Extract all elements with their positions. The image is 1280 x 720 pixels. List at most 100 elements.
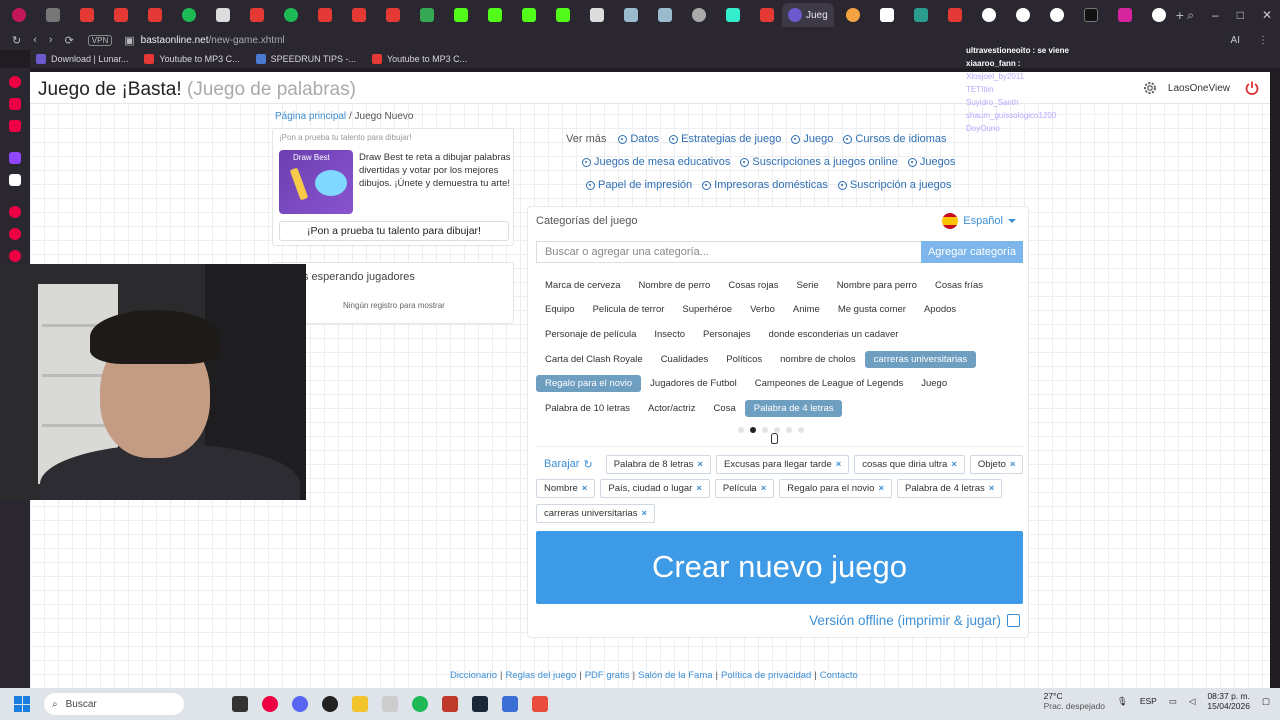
more-link[interactable]: Juego [791, 128, 833, 151]
category-option[interactable]: Nombre de perro [630, 277, 720, 294]
footer-link[interactable]: Diccionario [450, 670, 497, 681]
tab-icon[interactable] [284, 8, 298, 22]
offline-version-link[interactable]: Versión offline (imprimir & jugar) [809, 613, 1020, 628]
opera-icon[interactable] [262, 696, 278, 712]
bookmark-item[interactable]: Youtube to MP3 C... [371, 54, 467, 64]
network-icon[interactable]: ▭ [1169, 696, 1177, 707]
spotify-icon[interactable] [412, 696, 428, 712]
username[interactable]: LaosOneView [1168, 83, 1230, 94]
youtube-tab-icon[interactable] [947, 8, 962, 22]
more-link[interactable]: Datos [618, 128, 659, 151]
maximize-icon[interactable]: □ [1237, 8, 1244, 23]
more-link[interactable]: Impresoras domésticas [702, 174, 828, 197]
opera-icon[interactable] [12, 8, 26, 22]
category-option[interactable]: Nombre para perro [828, 277, 926, 294]
app-icon[interactable] [322, 696, 338, 712]
tab-icon[interactable] [590, 8, 604, 22]
category-option[interactable]: Marca de cerveza [536, 277, 630, 294]
category-option[interactable]: Equipo [536, 301, 584, 318]
category-option[interactable]: Cosas rojas [719, 277, 787, 294]
remove-chip-icon[interactable]: × [697, 459, 703, 470]
back-icon[interactable]: ‹ [33, 34, 37, 46]
close-icon[interactable]: ✕ [1262, 8, 1272, 23]
remove-chip-icon[interactable]: × [989, 483, 995, 494]
category-option[interactable]: Cualidades [652, 351, 718, 368]
category-option[interactable]: Palabra de 4 letras [744, 399, 843, 417]
category-option[interactable]: Políticos [717, 351, 771, 368]
app-icon[interactable] [442, 696, 458, 712]
youtube-tab-icon[interactable] [114, 8, 128, 22]
more-link[interactable]: Cursos de idiomas [843, 128, 946, 151]
vpn-badge[interactable]: VPN [87, 34, 113, 46]
tab-icon[interactable] [658, 8, 672, 22]
category-option[interactable]: Anime [784, 301, 829, 318]
power-icon[interactable] [1244, 80, 1260, 96]
twitch-icon[interactable] [9, 152, 21, 164]
youtube-tab-icon[interactable] [760, 8, 774, 22]
language-indicator[interactable]: ESP [1140, 696, 1157, 706]
more-link[interactable]: Papel de impresión [586, 174, 692, 197]
more-link[interactable]: Juegos de mesa educativos [582, 151, 730, 174]
app-icon[interactable] [502, 696, 518, 712]
drive-tab-icon[interactable] [420, 8, 434, 22]
category-option[interactable]: Carta del Clash Royale [536, 351, 652, 368]
tab-icon[interactable] [879, 8, 894, 22]
taskbar-search[interactable]: ⌕ Buscar [44, 693, 184, 715]
shuffle-button[interactable]: Barajar ↻ [536, 458, 601, 471]
forward-icon[interactable]: › [49, 34, 53, 46]
category-option[interactable]: Serie [788, 277, 828, 294]
windows-start-icon[interactable] [14, 696, 30, 712]
youtube-tab-icon[interactable] [318, 8, 332, 22]
search-tabs-icon[interactable]: ⌕ [1187, 8, 1194, 23]
remove-chip-icon[interactable]: × [951, 459, 957, 470]
category-option[interactable]: Juego [912, 375, 956, 392]
sidebar-app-icon[interactable] [9, 120, 21, 132]
x-icon[interactable] [9, 174, 21, 186]
more-link[interactable]: Juegos [907, 151, 955, 174]
more-link[interactable]: Suscripciones a juegos online [740, 151, 898, 174]
kick-tab-icon[interactable] [522, 8, 536, 22]
google-tab-icon[interactable] [981, 8, 996, 22]
tab-icon[interactable] [46, 8, 60, 22]
category-option[interactable]: Pelicula de terror [584, 301, 674, 318]
remove-chip-icon[interactable]: × [641, 508, 647, 519]
reload-icon[interactable]: ↻ [12, 34, 21, 47]
history-icon[interactable] [9, 228, 21, 240]
language-dropdown[interactable]: Español [942, 213, 1016, 229]
category-option[interactable]: carreras universitarias [864, 350, 977, 368]
footer-link[interactable]: Salón de la Fama [638, 670, 712, 681]
footer-link[interactable]: Reglas del juego [505, 670, 576, 681]
minimize-icon[interactable]: – [1212, 8, 1219, 23]
youtube-tab-icon[interactable] [386, 8, 400, 22]
youtube-tab-icon[interactable] [148, 8, 162, 22]
category-option[interactable]: nombre de cholos [771, 351, 865, 368]
footer-link[interactable]: Contacto [820, 670, 858, 681]
pagination-dot[interactable] [798, 427, 804, 433]
category-option[interactable]: Personajes [694, 326, 760, 343]
volume-icon[interactable]: ◁ [1189, 696, 1196, 707]
tab-icon[interactable] [182, 8, 196, 22]
app-icon[interactable] [382, 696, 398, 712]
tab-active[interactable]: Jueg [782, 3, 834, 27]
ai-button[interactable]: AI [1231, 35, 1240, 46]
promo-button[interactable]: ¡Pon a prueba tu talento para dibujar! [279, 221, 509, 241]
youtube-tab-icon[interactable] [352, 8, 366, 22]
category-option[interactable]: Actor/actriz [639, 400, 705, 417]
sidebar-app-icon[interactable] [9, 206, 21, 218]
discord-icon[interactable] [292, 696, 308, 712]
bookmark-item[interactable]: Youtube to MP3 C... [144, 54, 240, 64]
notification-icon[interactable]: ▢ [1262, 696, 1270, 707]
tiktok-tab-icon[interactable] [1083, 8, 1098, 22]
new-tab-icon[interactable]: + [1176, 7, 1184, 23]
kick-tab-icon[interactable] [454, 8, 468, 22]
kick-tab-icon[interactable] [556, 8, 570, 22]
settings-tab-icon[interactable] [692, 8, 706, 22]
menu-icon[interactable]: ⋮ [1258, 35, 1268, 46]
more-link[interactable]: Estrategias de juego [669, 128, 781, 151]
extensions-icon[interactable] [9, 250, 21, 262]
remove-chip-icon[interactable]: × [836, 459, 842, 470]
bookmark-item[interactable]: SPEEDRUN TIPS -... [255, 54, 356, 64]
task-view-icon[interactable] [232, 696, 248, 712]
sidebar-app-icon[interactable] [9, 76, 21, 88]
youtube-tab-icon[interactable] [250, 8, 264, 22]
